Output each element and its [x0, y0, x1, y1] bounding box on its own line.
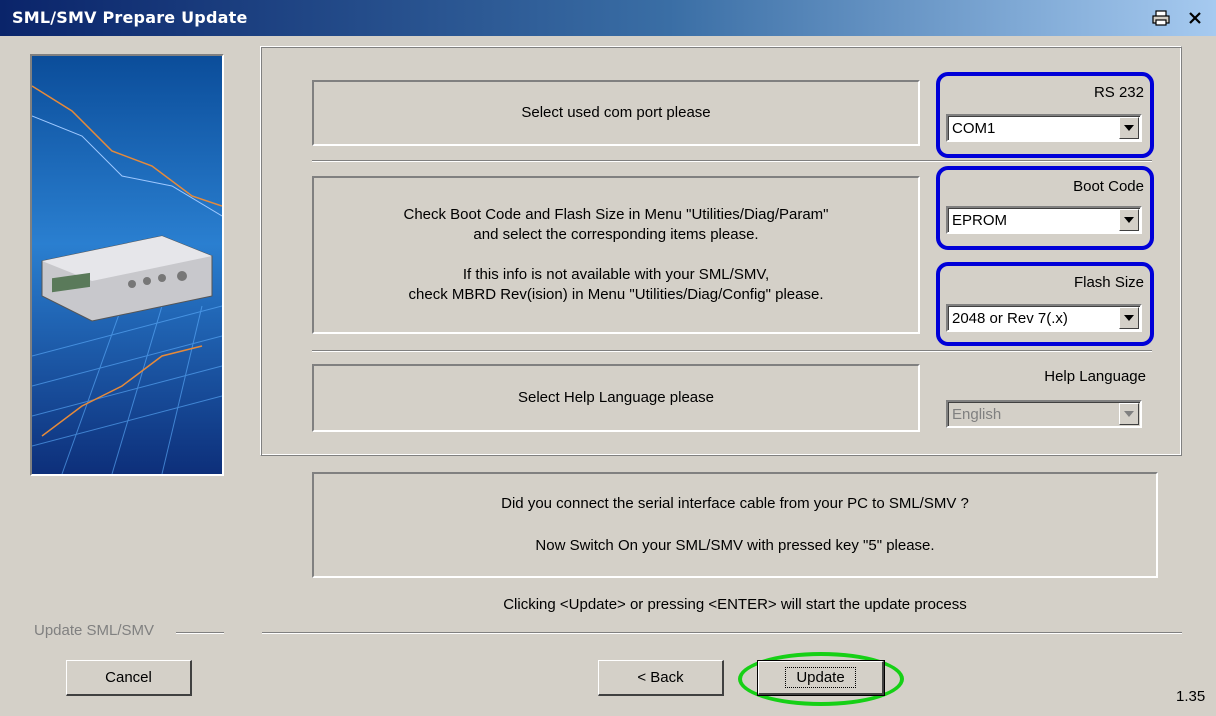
back-button-label: < Back — [637, 669, 684, 686]
footer-separator — [262, 632, 1182, 634]
boot-message-line1: Check Boot Code and Flash Size in Menu "… — [403, 206, 829, 223]
connection-notice-line1: Did you connect the serial interface cab… — [501, 495, 969, 512]
chevron-down-icon[interactable] — [1119, 209, 1139, 231]
help-language-message: Select Help Language please — [518, 389, 714, 406]
chevron-down-icon[interactable] — [1119, 307, 1139, 329]
chevron-down-icon[interactable] — [1119, 117, 1139, 139]
flash-size-select[interactable]: 2048 or Rev 7(.x) — [946, 304, 1142, 332]
print-icon[interactable] — [1150, 8, 1172, 28]
boot-message-box: Check Boot Code and Flash Size in Menu "… — [312, 176, 920, 334]
cancel-button[interactable]: Cancel — [66, 660, 192, 696]
com-port-select[interactable]: COM1 — [946, 114, 1142, 142]
boot-code-value: EPROM — [952, 211, 1008, 229]
com-port-value: COM1 — [952, 119, 996, 137]
version-label: 1.35 — [1176, 688, 1206, 705]
com-port-message: Select used com port please — [521, 104, 711, 121]
back-button[interactable]: < Back — [598, 660, 724, 696]
connection-notice-line2: Now Switch On your SML/SMV with pressed … — [535, 537, 935, 554]
help-language-message-box: Select Help Language please — [312, 364, 920, 432]
boot-message-line3: If this info is not available with your … — [462, 266, 770, 283]
cancel-button-label: Cancel — [105, 669, 152, 686]
footer-separator-left — [176, 632, 224, 634]
product-image — [30, 54, 224, 476]
flash-size-value: 2048 or Rev 7(.x) — [952, 309, 1068, 327]
update-hint: Clicking <Update> or pressing <ENTER> wi… — [503, 596, 967, 613]
rs232-label: RS 232 — [1093, 84, 1144, 101]
boot-code-select[interactable]: EPROM — [946, 206, 1142, 234]
flash-size-label: Flash Size — [1073, 274, 1144, 291]
com-port-message-box: Select used com port please — [312, 80, 920, 146]
close-icon[interactable] — [1184, 8, 1206, 28]
help-language-select[interactable]: English — [946, 400, 1142, 428]
update-button-label: Update — [785, 667, 856, 688]
boot-code-label: Boot Code — [1073, 178, 1144, 195]
boot-message-line4: check MBRD Rev(ision) in Menu "Utilities… — [408, 286, 824, 303]
chevron-down-icon[interactable] — [1119, 403, 1139, 425]
footer-group-label: Update SML/SMV — [34, 622, 155, 639]
separator — [312, 350, 1152, 352]
connection-notice-box: Did you connect the serial interface cab… — [312, 472, 1158, 578]
help-language-value: English — [952, 405, 1002, 423]
boot-message-line2: and select the corresponding items pleas… — [473, 226, 759, 243]
window-title: SML/SMV Prepare Update — [12, 8, 248, 27]
help-language-label: Help Language — [1044, 368, 1146, 385]
separator — [312, 160, 1152, 162]
update-button[interactable]: Update — [757, 660, 885, 696]
